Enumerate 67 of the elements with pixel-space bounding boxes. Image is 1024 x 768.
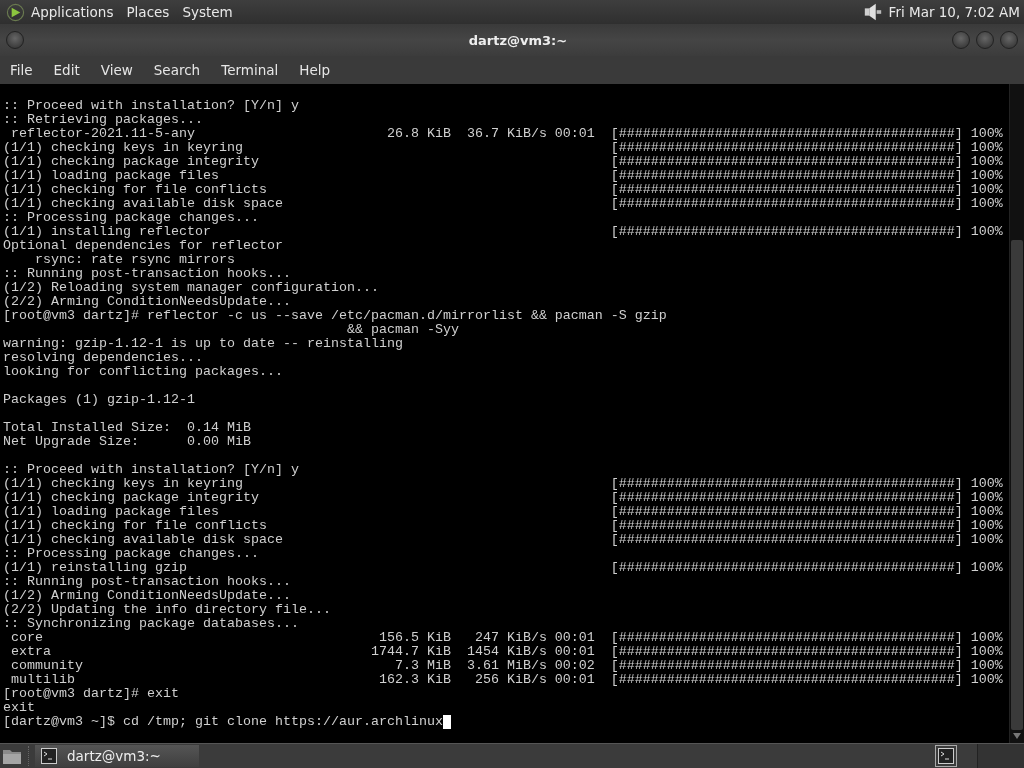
terminal-line: warning: gzip-1.12-1 is up to date -- reinstalling — [3, 337, 403, 351]
terminal-line: :: Proceed with installation? [Y/n] y — [3, 99, 299, 113]
terminal-line: (1/1) checking available disk space [##########################################] 100% — [3, 197, 1003, 211]
terminal-line: (1/1) checking package integrity [##########################################] 100% — [3, 491, 1003, 505]
terminal-line: Packages (1) gzip-1.12-1 — [3, 393, 195, 407]
folder-icon[interactable] — [2, 747, 22, 765]
terminal-line: core 156.5 KiB 247 KiB/s 00:01 [##########################################] 100% — [10, 631, 1003, 645]
maximize-button[interactable] — [976, 31, 994, 49]
terminal-line: (1/1) checking keys in keyring [##########################################] 100% — [3, 141, 1003, 155]
logo-icon[interactable] — [6, 2, 25, 22]
terminal-line: Optional dependencies for reflector — [3, 239, 283, 253]
scroll-down-icon[interactable] — [1012, 732, 1022, 740]
terminal-line: rsync: rate rsync mirrors — [34, 253, 235, 267]
terminal-line: Total Installed Size: 0.14 MiB — [3, 421, 251, 435]
terminal-launcher[interactable] — [935, 745, 957, 767]
terminal-line: [root@vm3 dartz]# exit — [3, 687, 179, 701]
terminal-line: (1/1) checking for file conflicts [##########################################] 100% — [3, 183, 1003, 197]
minimize-button[interactable] — [952, 31, 970, 49]
terminal-line: (1/1) loading package files [##########################################] 100% — [3, 505, 1003, 519]
terminal-line: :: Running post-transaction hooks... — [3, 575, 291, 589]
terminal-line: (1/1) checking keys in keyring [##########################################] 100% — [3, 477, 1003, 491]
terminal-line: (1/1) loading package files [##########################################] 100% — [3, 169, 1003, 183]
menu-item[interactable]: Help — [299, 62, 331, 78]
terminal-line: looking for conflicting packages... — [3, 365, 283, 379]
terminal-line: resolving dependencies... — [3, 351, 203, 365]
terminal-icon — [41, 748, 57, 764]
scrollbar[interactable] — [1009, 84, 1024, 743]
scrollbar-thumb[interactable] — [1011, 240, 1023, 730]
terminal-line: reflector-2021.11-5-any 26.8 KiB 36.7 KiB/s 00:01 [##########################################] 100% — [10, 127, 1003, 141]
terminal-line: exit — [3, 701, 35, 715]
terminal-line: [root@vm3 dartz]# reflector -c us --save /etc/pacman.d/mirrorlist && pacman -S gzip — [3, 309, 667, 323]
terminal-line: (2/2) Arming ConditionNeedsUpdate... — [3, 295, 291, 309]
terminal-line: (1/1) installing reflector [##########################################] 100% — [3, 225, 1003, 239]
menu-item[interactable]: Terminal — [221, 62, 279, 78]
panel-menu[interactable]: System — [182, 4, 233, 20]
terminal-line: Net Upgrade Size: 0.00 MiB — [3, 435, 251, 449]
terminal-line: :: Synchronizing package databases... — [3, 617, 299, 631]
workspace-switcher[interactable] — [977, 744, 1024, 768]
menu-item[interactable]: View — [100, 62, 133, 78]
terminal-line: [dartz@vm3 ~]$ cd /tmp; git clone https://aur.archlinux — [3, 715, 443, 729]
terminal-line: :: Processing package changes... — [3, 211, 259, 225]
menu-item[interactable]: Search — [153, 62, 201, 78]
terminal-line: (1/1) checking for file conflicts [##########################################] 100% — [3, 519, 1003, 533]
terminal-line: (1/1) checking package integrity [##########################################] 100% — [3, 155, 1003, 169]
menu-item[interactable]: File — [10, 62, 33, 78]
terminal-line: (1/1) reinstalling gzip [##########################################] 100% — [3, 561, 1003, 575]
terminal-line: multilib 162.3 KiB 256 KiB/s 00:01 [##########################################] 100% — [10, 673, 1003, 687]
terminal-line: extra 1744.7 KiB 1454 KiB/s 00:01 [##########################################] 100% — [10, 645, 1003, 659]
terminal-line: :: Proceed with installation? [Y/n] y — [3, 463, 299, 477]
terminal-line: (1/2) Reloading system manager configuration... — [3, 281, 379, 295]
clock-text[interactable]: Fri Mar 10, 7:02 AM — [888, 4, 1020, 20]
panel-menu[interactable]: Applications — [31, 4, 114, 20]
speaker-icon[interactable] — [862, 2, 883, 22]
terminal-line: (2/2) Updating the info directory file... — [3, 603, 331, 617]
task-button[interactable]: dartz@vm3:~ — [35, 745, 199, 767]
menu-item[interactable]: Edit — [53, 62, 80, 78]
terminal-line: && pacman -Syy — [345, 323, 459, 337]
terminal-line: (1/1) checking available disk space [##########################################] 100% — [3, 533, 1003, 547]
panel-menu[interactable]: Places — [126, 4, 170, 20]
terminal-line: :: Retrieving packages... — [3, 113, 203, 127]
terminal-line: community 7.3 MiB 3.61 MiB/s 00:02 [##########################################] 100% — [10, 659, 1003, 673]
close-button[interactable] — [1000, 31, 1018, 49]
terminal-line: :: Processing package changes... — [3, 547, 259, 561]
window-title: dartz@vm3:~ — [468, 32, 568, 48]
terminal-line: (1/2) Arming ConditionNeedsUpdate... — [3, 589, 291, 603]
terminal-line: :: Running post-transaction hooks... — [3, 267, 291, 281]
window-menu-button[interactable] — [6, 31, 24, 49]
